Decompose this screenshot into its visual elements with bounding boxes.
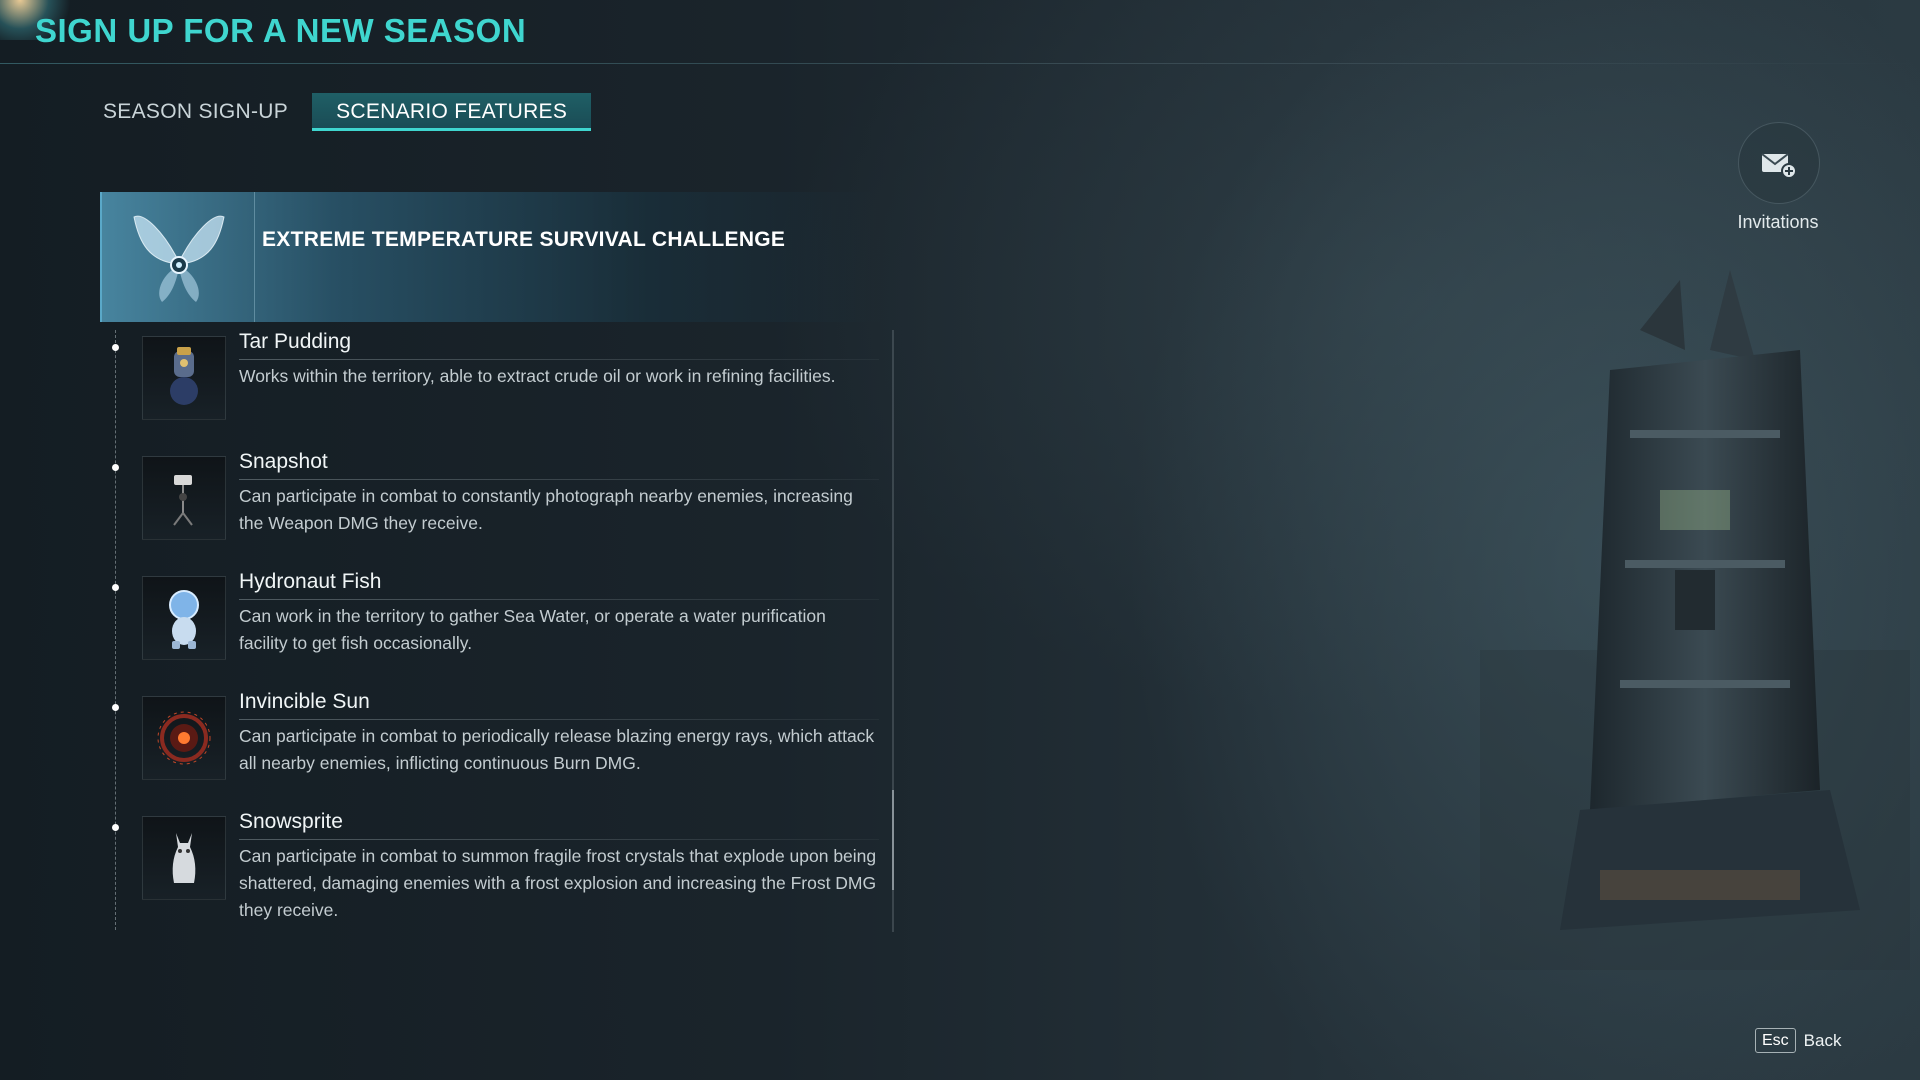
scenario-banner: EXTREME TEMPERATURE SURVIVAL CHALLENGE [100, 192, 882, 322]
back-label: Back [1803, 1030, 1842, 1050]
snowsprite-icon [142, 816, 226, 900]
feature-divider [239, 479, 879, 480]
invitations-label[interactable]: Invitations [1700, 212, 1856, 233]
timeline-dot [112, 824, 119, 831]
feature-divider [239, 839, 879, 840]
feature-name: Tar Pudding [239, 330, 352, 353]
invitations-button[interactable] [1738, 122, 1820, 204]
feature-description: Can work in the territory to gather Sea … [239, 606, 826, 653]
timeline-dot [112, 344, 119, 351]
feature-divider [239, 719, 879, 720]
feature-name: Snowsprite [239, 810, 343, 833]
esc-key-hint: Esc [1755, 1028, 1796, 1053]
feature-item-tar-pudding: Tar Pudding Works within the territory, … [0, 330, 900, 440]
banner-divider [254, 192, 255, 322]
feature-description: Works within the territory, able to extr… [239, 366, 836, 386]
back-button[interactable]: Esc Back [1755, 1028, 1841, 1053]
feature-name: Hydronaut Fish [239, 570, 382, 593]
lighthouse-tower-illustration [1480, 270, 1910, 970]
feature-divider [239, 599, 879, 600]
feature-description: Can participate in combat to summon frag… [239, 846, 877, 920]
butterfly-emblem-icon [133, 215, 225, 302]
page-title: SIGN UP FOR A NEW SEASON [35, 12, 527, 49]
feature-name: Snapshot [239, 450, 328, 473]
header-divider [0, 63, 1920, 64]
hydronaut-fish-icon [142, 576, 226, 660]
feature-item-snapshot: Snapshot Can participate in combat to co… [0, 450, 900, 560]
timeline-dot [112, 704, 119, 711]
feature-description: Can participate in combat to constantly … [239, 486, 853, 533]
tab-bar: SEASON SIGN-UP SCENARIO FEATURES [103, 93, 592, 131]
feature-name: Invincible Sun [239, 690, 370, 713]
tab-season-sign-up[interactable]: SEASON SIGN-UP [79, 93, 312, 131]
feature-description: Can participate in combat to periodicall… [239, 726, 875, 773]
scenario-title: EXTREME TEMPERATURE SURVIVAL CHALLENGE [262, 228, 786, 251]
mail-plus-icon [1761, 153, 1797, 179]
timeline-dot [112, 464, 119, 471]
feature-divider [239, 359, 879, 360]
feature-item-hydronaut-fish: Hydronaut Fish Can work in the territory… [0, 570, 900, 680]
feature-item-invincible-sun: Invincible Sun Can participate in combat… [0, 690, 900, 800]
tab-scenario-features[interactable]: SCENARIO FEATURES [312, 93, 592, 131]
timeline-dot [112, 584, 119, 591]
tar-pudding-icon [142, 336, 226, 420]
invincible-sun-icon [142, 696, 226, 780]
snapshot-icon [142, 456, 226, 540]
feature-item-snowsprite: Snowsprite Can participate in combat to … [0, 810, 900, 920]
